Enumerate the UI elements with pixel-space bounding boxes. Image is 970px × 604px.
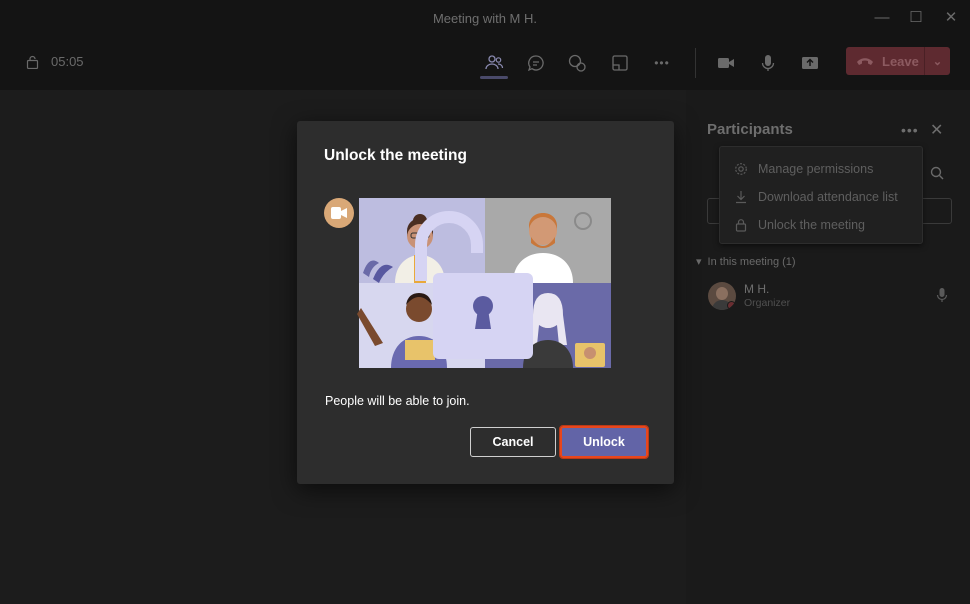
maximize-button[interactable]: ☐ (904, 6, 928, 30)
mic-button[interactable] (755, 50, 781, 76)
people-icon (484, 53, 504, 73)
participant-name: M H. (744, 282, 769, 296)
leave-button-group: Leave ⌄ (846, 47, 950, 75)
lock-timer-icon (26, 55, 39, 69)
toolbar-divider (695, 48, 696, 78)
minimize-button[interactable]: — (870, 6, 894, 30)
mic-icon (936, 287, 948, 303)
avatar-head (716, 287, 728, 300)
reactions-icon (567, 53, 587, 73)
meeting-timer: 05:05 (26, 54, 84, 69)
close-icon: ✕ (930, 122, 943, 139)
dialog-message: People will be able to join. (325, 394, 470, 408)
participants-more-menu: Manage permissions Download attendance l… (719, 146, 923, 244)
rooms-button[interactable] (607, 50, 633, 76)
panel-close-button[interactable]: ✕ (930, 120, 943, 140)
people-button[interactable] (481, 50, 507, 76)
share-button[interactable] (797, 50, 823, 76)
dialog-title: Unlock the meeting (324, 147, 467, 165)
window-title: Meeting with M H. (0, 11, 970, 26)
panel-search-button[interactable] (930, 166, 944, 185)
cancel-button[interactable]: Cancel (470, 427, 556, 457)
leave-button[interactable]: Leave (846, 47, 924, 75)
more-icon: ••• (901, 122, 919, 138)
participant-row[interactable]: M H. Organizer (708, 280, 958, 312)
chat-button[interactable] (523, 50, 549, 76)
teams-meeting-window: Meeting with M H. — ☐ ✕ 05:05 (0, 0, 970, 604)
close-window-button[interactable]: ✕ (939, 6, 963, 30)
menu-item-manage-permissions[interactable]: Manage permissions (720, 155, 922, 183)
download-icon (734, 190, 748, 204)
title-bar: Meeting with M H. — ☐ ✕ (0, 0, 970, 36)
status-badge (727, 301, 736, 310)
more-actions-button[interactable]: ••• (649, 50, 675, 76)
unlock-button[interactable]: Unlock (560, 426, 648, 458)
panel-title: Participants (707, 121, 793, 138)
menu-item-label: Download attendance list (758, 190, 898, 204)
maximize-icon: ☐ (909, 9, 922, 26)
participant-mic (936, 287, 948, 308)
people-tab-indicator (480, 76, 508, 79)
chat-icon (526, 53, 546, 73)
leave-options-button[interactable]: ⌄ (925, 55, 950, 68)
menu-item-label: Manage permissions (758, 162, 873, 176)
leave-label: Leave (882, 54, 919, 69)
menu-item-label: Unlock the meeting (758, 218, 865, 232)
lock-icon (734, 218, 748, 232)
mic-icon (758, 53, 778, 73)
participant-role: Organizer (744, 297, 790, 309)
panel-more-button[interactable]: ••• (901, 122, 919, 138)
meeting-toolbar: 05:05 (0, 36, 970, 90)
share-icon (800, 53, 820, 73)
minimize-icon: — (875, 9, 890, 26)
rooms-icon (610, 53, 630, 73)
menu-item-unlock-meeting[interactable]: Unlock the meeting (720, 211, 922, 239)
unlock-illustration (323, 193, 613, 373)
avatar (708, 282, 736, 310)
more-icon: ••• (654, 56, 670, 70)
camera-button[interactable] (713, 50, 739, 76)
gear-icon (734, 162, 748, 176)
section-caret-icon: ▾ (696, 255, 702, 268)
chevron-down-icon: ⌄ (933, 56, 942, 68)
timer-text: 05:05 (51, 54, 84, 69)
close-icon: ✕ (945, 9, 958, 26)
hang-up-icon (856, 56, 874, 66)
in-meeting-section-header[interactable]: ▾ In this meeting (1) (696, 255, 796, 268)
reactions-button[interactable] (564, 50, 590, 76)
search-icon (930, 166, 944, 180)
section-label: In this meeting (1) (708, 256, 796, 268)
unlock-meeting-dialog: Unlock the meeting (297, 121, 674, 484)
camera-icon (716, 53, 736, 73)
menu-item-download-attendance[interactable]: Download attendance list (720, 183, 922, 211)
